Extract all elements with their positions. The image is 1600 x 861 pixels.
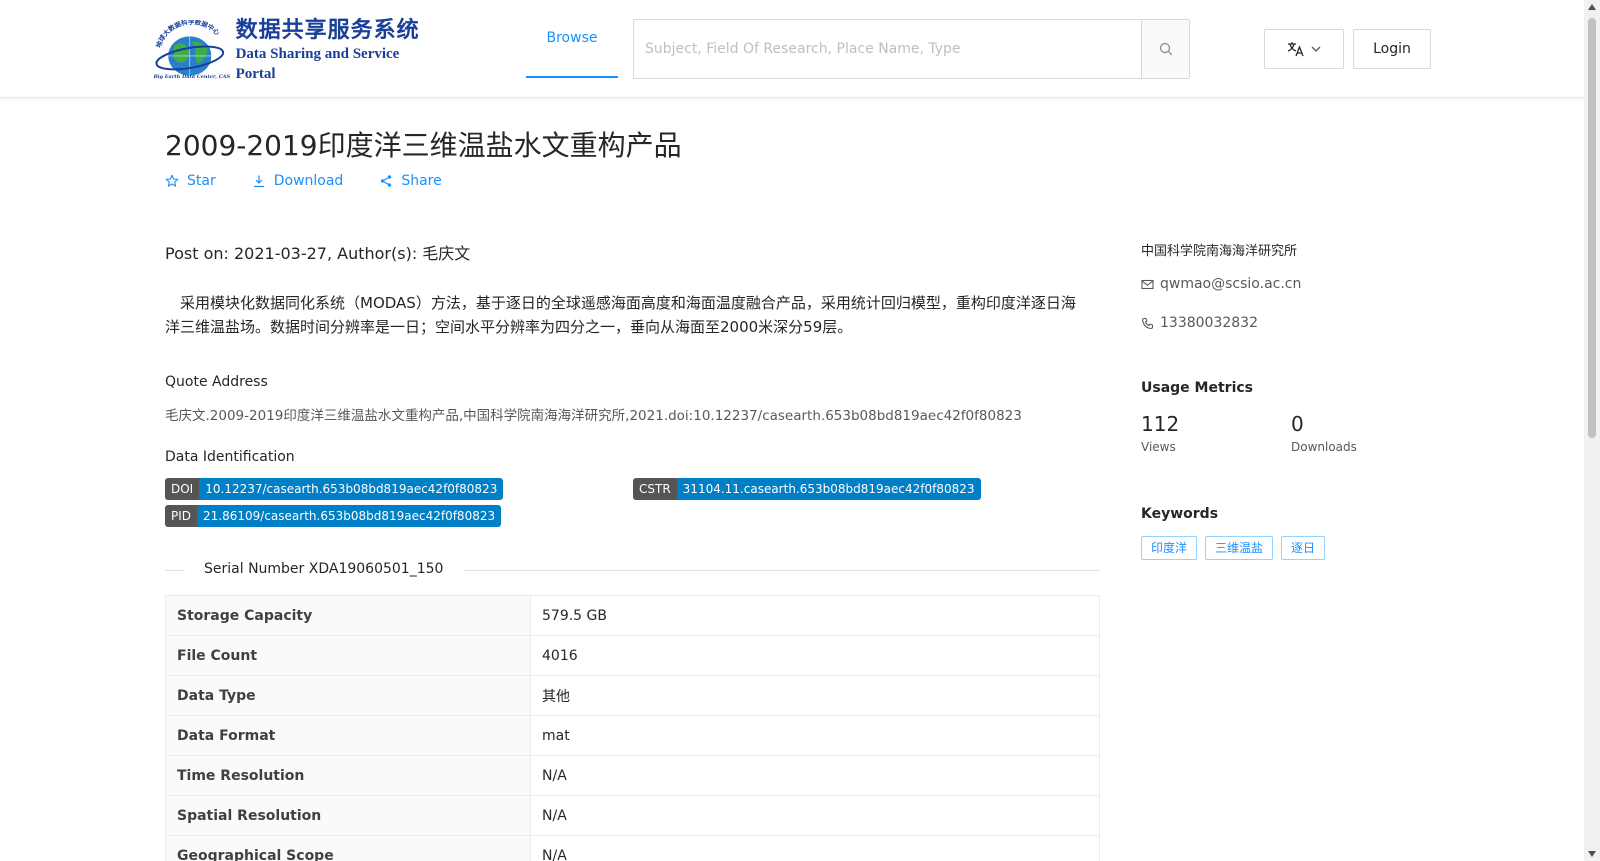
keyword-tag[interactable]: 印度洋: [1141, 536, 1198, 560]
login-button[interactable]: Login: [1353, 29, 1431, 69]
serial-number: Serial Number XDA19060501_150: [204, 561, 444, 577]
logo-text: 数据共享服务系统 Data Sharing and Service Portal: [236, 16, 442, 84]
keyword-tag[interactable]: 三维温盐: [1205, 536, 1274, 560]
downloads-label: Downloads: [1291, 440, 1357, 454]
nav-browse-tab[interactable]: Browse: [526, 0, 618, 78]
serial-number-divider: Serial Number XDA19060501_150: [165, 560, 1100, 582]
top-header: 地球大数据科学数据中心 Big Earth Data Center, CAS 数…: [0, 0, 1584, 98]
dataset-title: 2009-2019印度洋三维温盐水文重构产品: [165, 129, 682, 162]
cstr-badge-key: CSTR: [633, 478, 677, 500]
search-bar: [633, 19, 1190, 79]
row-key: Data Format: [165, 715, 531, 756]
table-row: Storage Capacity 579.5 GB: [165, 595, 1100, 636]
views-count: 112: [1141, 412, 1180, 436]
row-key: Time Resolution: [165, 755, 531, 796]
download-button[interactable]: Download: [252, 173, 344, 189]
row-value: 其他: [530, 675, 1100, 716]
chevron-down-icon: [1311, 46, 1321, 52]
downloads-count: 0: [1291, 412, 1304, 436]
contact-phone: 13380032832: [1141, 315, 1258, 331]
quote-address-label: Quote Address: [165, 374, 268, 390]
search-icon: [1159, 42, 1172, 56]
row-key: File Count: [165, 635, 531, 676]
pid-badge-key: PID: [165, 505, 198, 527]
divider-line-right: [464, 570, 1100, 571]
share-icon: [381, 175, 392, 187]
downloads-metric: 0 Downloads: [1291, 412, 1357, 454]
row-key: Data Type: [165, 675, 531, 716]
keywords-title: Keywords: [1141, 506, 1219, 522]
star-icon: [165, 174, 179, 187]
row-value: N/A: [530, 755, 1100, 796]
doi-badge-key: DOI: [165, 478, 200, 500]
scroll-down-arrow-icon[interactable]: [1588, 851, 1596, 857]
table-row: Data Format mat: [165, 715, 1100, 756]
keyword-tag[interactable]: 逐日: [1281, 536, 1326, 560]
star-button[interactable]: Star: [165, 173, 216, 189]
logo-ring-text-en: Big Earth Data Center, CAS: [152, 74, 230, 80]
share-label: Share: [401, 173, 442, 189]
share-button[interactable]: Share: [379, 173, 442, 189]
table-row: Geographical Scope N/A: [165, 835, 1100, 861]
logo-title-cn: 数据共享服务系统: [235, 17, 420, 43]
page-scrollbar[interactable]: [1584, 0, 1600, 861]
table-row: Time Resolution N/A: [165, 755, 1100, 796]
mail-icon: [1141, 279, 1154, 289]
divider-line-left: [165, 570, 185, 571]
post-info: Post on: 2021-03-27, Author(s): 毛庆文: [165, 244, 471, 263]
doi-badge-value: 10.12237/casearth.653b08bd819aec42f0f808…: [199, 478, 504, 500]
download-icon: [253, 175, 264, 188]
dataset-actions: Star Download Share: [165, 173, 478, 189]
pid-badge-value: 21.86109/casearth.653b08bd819aec42f0f808…: [197, 505, 502, 527]
quote-address-text: 毛庆文.2009-2019印度洋三维温盐水文重构产品,中国科学院南海海洋研究所,…: [165, 408, 1022, 424]
row-key: Spatial Resolution: [165, 795, 531, 836]
row-value: mat: [530, 715, 1100, 756]
site-logo[interactable]: 地球大数据科学数据中心 Big Earth Data Center, CAS 数…: [152, 17, 442, 82]
search-button[interactable]: [1141, 20, 1189, 78]
table-row: Spatial Resolution N/A: [165, 795, 1100, 836]
download-label: Download: [273, 173, 344, 189]
views-metric: 112 Views: [1141, 412, 1179, 454]
dataset-description: 采用模块化数据同化系统（MODAS）方法，基于逐日的全球遥感海面高度和海面温度融…: [165, 294, 1076, 336]
globe-logo-icon: 地球大数据科学数据中心 Big Earth Data Center, CAS: [152, 20, 230, 80]
keyword-tags: 印度洋 三维温盐 逐日: [1141, 536, 1326, 560]
cstr-badge[interactable]: CSTR 31104.11.casearth.653b08bd819aec42f…: [633, 478, 981, 500]
views-label: Views: [1141, 440, 1176, 454]
search-input[interactable]: [634, 20, 1141, 78]
language-switch-button[interactable]: [1264, 29, 1344, 69]
email-text: qwmao@scsio.ac.cn: [1160, 276, 1302, 292]
star-label: Star: [187, 173, 216, 189]
scroll-up-arrow-icon[interactable]: [1588, 4, 1596, 10]
data-identification-label: Data Identification: [165, 449, 295, 465]
scrollbar-thumb[interactable]: [1588, 18, 1596, 438]
pid-badge[interactable]: PID 21.86109/casearth.653b08bd819aec42f0…: [165, 505, 502, 527]
row-value: N/A: [530, 835, 1100, 861]
row-key: Storage Capacity: [165, 595, 531, 636]
row-value: N/A: [530, 795, 1100, 836]
usage-metrics-title: Usage Metrics: [1141, 380, 1253, 396]
phone-icon: [1141, 317, 1154, 329]
organization-name: 中国科学院南海海洋研究所: [1141, 244, 1298, 259]
row-key: Geographical Scope: [165, 835, 531, 861]
table-row: File Count 4016: [165, 635, 1100, 676]
logo-title-en: Data Sharing and Service Portal: [235, 46, 400, 82]
dataset-info-table: Storage Capacity 579.5 GB File Count 401…: [165, 595, 1100, 861]
phone-text: 13380032832: [1160, 315, 1258, 331]
translate-icon: [1287, 42, 1304, 57]
contact-email[interactable]: qwmao@scsio.ac.cn: [1141, 276, 1301, 292]
doi-badge[interactable]: DOI 10.12237/casearth.653b08bd819aec42f0…: [165, 478, 504, 500]
row-value: 4016: [530, 635, 1100, 676]
cstr-badge-value: 31104.11.casearth.653b08bd819aec42f0f808…: [676, 478, 981, 500]
row-value: 579.5 GB: [530, 595, 1100, 636]
table-row: Data Type 其他: [165, 675, 1100, 716]
